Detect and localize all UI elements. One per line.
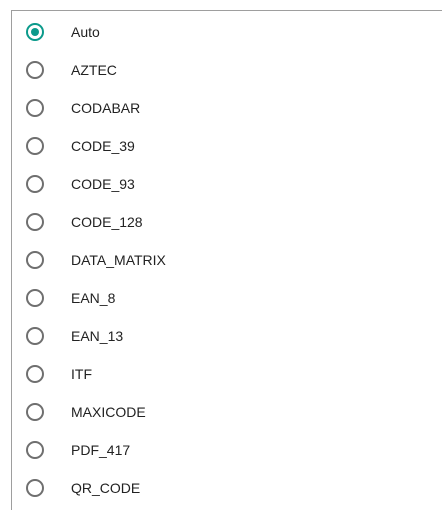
option-label: MAXICODE	[71, 404, 146, 420]
radio-unchecked-icon[interactable]	[26, 213, 44, 231]
option-label: AZTEC	[71, 62, 117, 78]
radio-unchecked-icon[interactable]	[26, 175, 44, 193]
option-qr-code[interactable]: QR_CODE	[12, 469, 442, 507]
option-data-matrix[interactable]: DATA_MATRIX	[12, 241, 442, 279]
option-itf[interactable]: ITF	[12, 355, 442, 393]
radio-unchecked-icon[interactable]	[26, 289, 44, 307]
option-label: CODE_39	[71, 138, 135, 154]
option-code-39[interactable]: CODE_39	[12, 127, 442, 165]
option-label: DATA_MATRIX	[71, 252, 166, 268]
option-pdf-417[interactable]: PDF_417	[12, 431, 442, 469]
option-ean-8[interactable]: EAN_8	[12, 279, 442, 317]
option-label: ITF	[71, 366, 92, 382]
option-label: CODABAR	[71, 100, 141, 116]
radio-checked-icon[interactable]	[26, 23, 44, 41]
option-label: EAN_8	[71, 290, 116, 306]
option-code-128[interactable]: CODE_128	[12, 203, 442, 241]
radio-unchecked-icon[interactable]	[26, 61, 44, 79]
option-label: QR_CODE	[71, 480, 141, 496]
radio-unchecked-icon[interactable]	[26, 99, 44, 117]
radio-unchecked-icon[interactable]	[26, 327, 44, 345]
option-auto[interactable]: Auto	[12, 13, 442, 51]
radio-unchecked-icon[interactable]	[26, 479, 44, 497]
option-code-93[interactable]: CODE_93	[12, 165, 442, 203]
radio-unchecked-icon[interactable]	[26, 251, 44, 269]
option-label: PDF_417	[71, 442, 131, 458]
option-label: EAN_13	[71, 328, 124, 344]
option-codabar[interactable]: CODABAR	[12, 89, 442, 127]
option-maxicode[interactable]: MAXICODE	[12, 393, 442, 431]
option-label: CODE_93	[71, 176, 135, 192]
radio-unchecked-icon[interactable]	[26, 137, 44, 155]
radio-unchecked-icon[interactable]	[26, 441, 44, 459]
option-label: Auto	[71, 24, 100, 40]
radio-unchecked-icon[interactable]	[26, 365, 44, 383]
option-ean-13[interactable]: EAN_13	[12, 317, 442, 355]
barcode-format-panel: Auto AZTEC CODABAR CODE_39 CODE_93 CODE_…	[11, 10, 442, 510]
option-aztec[interactable]: AZTEC	[12, 51, 442, 89]
option-label: CODE_128	[71, 214, 143, 230]
radio-unchecked-icon[interactable]	[26, 403, 44, 421]
